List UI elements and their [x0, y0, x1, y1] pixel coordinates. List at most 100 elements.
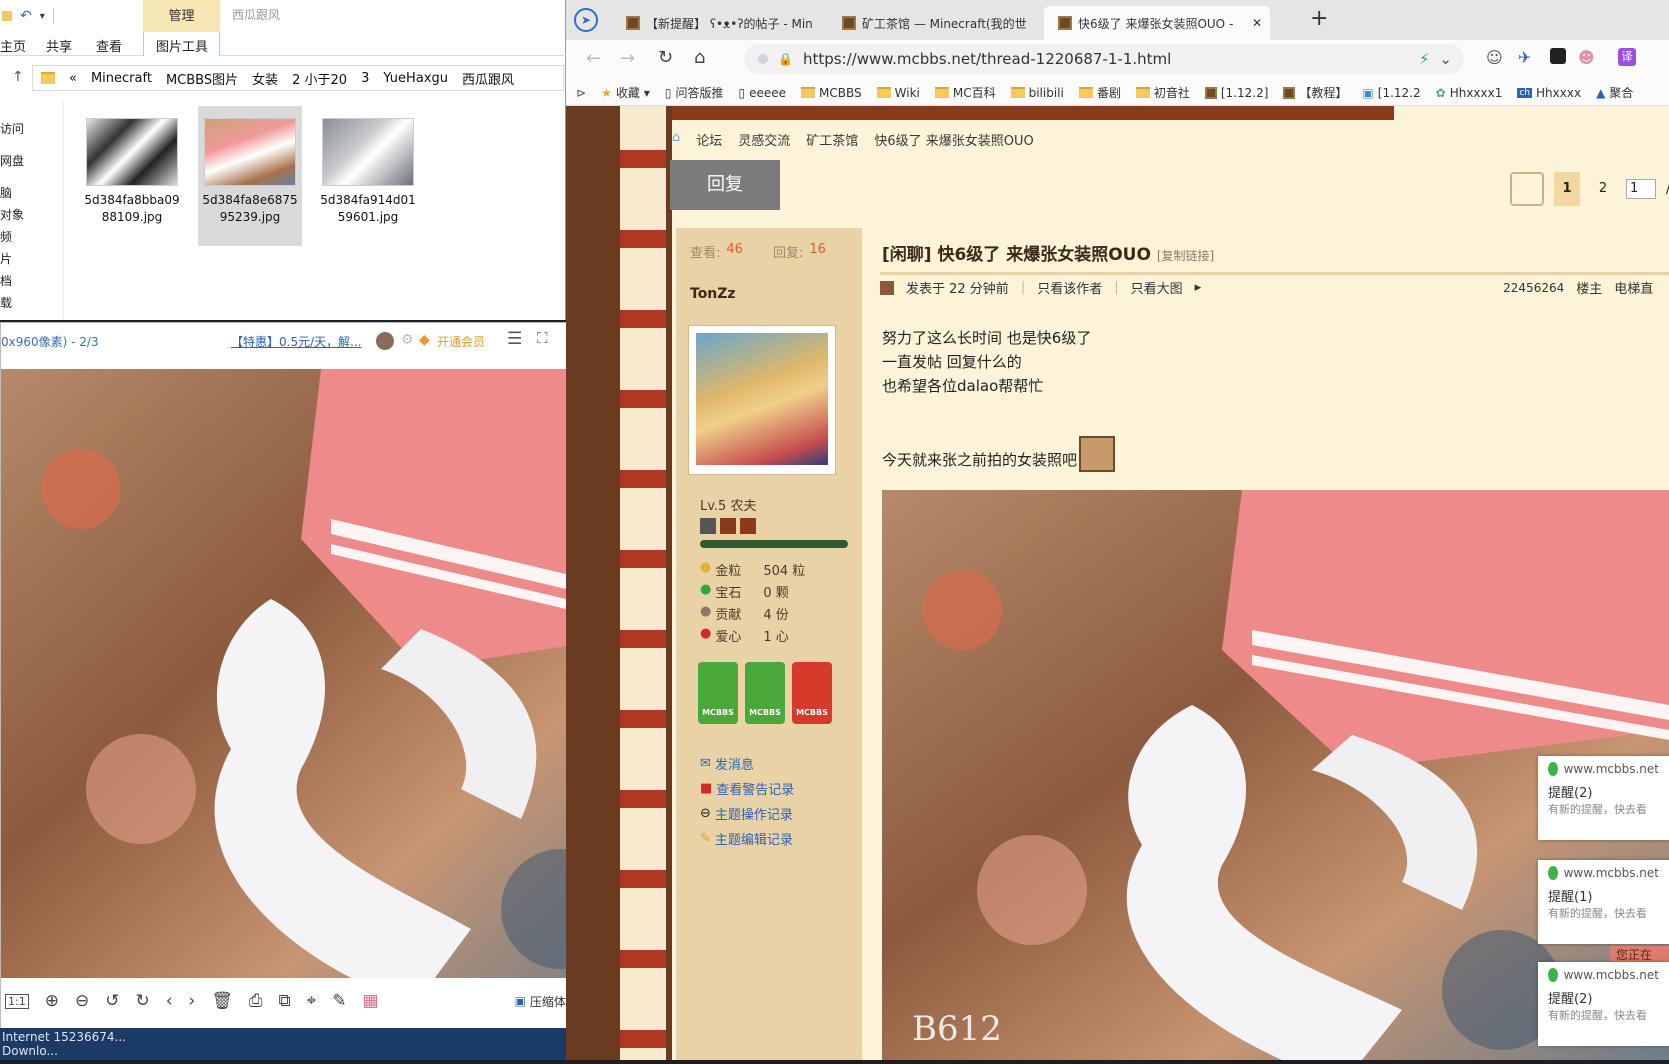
file-item[interactable]: 5d384fa8bba09 88109.jpg — [80, 106, 184, 246]
chevron-down-icon[interactable]: ⌄ — [1439, 50, 1452, 68]
tab-picture-tools[interactable]: 图片工具 — [143, 32, 220, 56]
up-arrow-icon[interactable]: ↑ — [12, 69, 24, 85]
fullscreen-icon[interactable]: ⛶ — [537, 329, 548, 347]
page-current[interactable]: 1 — [1554, 172, 1580, 206]
browser-logo-icon[interactable]: ➤ — [574, 8, 598, 32]
copy-icon[interactable]: ⧉ — [279, 991, 291, 1011]
bookmark-folder[interactable]: 初音社 — [1135, 84, 1190, 101]
cat-icon[interactable]: ☻ — [1578, 48, 1595, 67]
browser-tab[interactable]: 矿工茶馆 — Minecraft(我的世 — [828, 6, 1038, 40]
url-field[interactable]: 🔒 https://www.mcbbs.net/thread-1220687-1… — [744, 44, 1464, 74]
nav-item[interactable]: 片 — [0, 250, 12, 267]
breadcrumb-item[interactable]: 2 小于20 — [292, 69, 347, 88]
reload-icon[interactable]: ↻ — [658, 47, 673, 68]
apps-icon[interactable]: ▦ — [363, 991, 379, 1011]
next-icon[interactable]: › — [189, 991, 196, 1011]
breadcrumb-item[interactable]: 灵感交流 — [738, 130, 790, 149]
tab-manage[interactable]: 管理 — [143, 0, 220, 32]
avatar[interactable] — [376, 332, 394, 350]
new-tab-icon[interactable]: + — [1310, 6, 1328, 31]
print-icon[interactable]: ⎙ — [249, 991, 263, 1011]
bookmark-folder[interactable]: MC百科 — [934, 84, 996, 101]
undo-icon[interactable]: ↶ — [20, 8, 32, 24]
nav-item[interactable]: 对象 — [0, 206, 24, 223]
bookmark-folder[interactable]: Wiki — [876, 86, 920, 100]
notification-toast[interactable]: www.mcbbs.net 提醒(2) 有新的提醒，快去看 — [1538, 962, 1669, 1046]
file-item[interactable]: 5d384fa914d01 59601.jpg — [316, 106, 420, 246]
page-link[interactable]: 2 — [1590, 172, 1616, 206]
app-icon[interactable] — [1550, 48, 1566, 64]
breadcrumb-item[interactable]: 西瓜跟风 — [462, 69, 514, 88]
bookmark-item[interactable]: ch Hhxxxx — [1517, 86, 1581, 100]
nav-item[interactable]: 载 — [0, 294, 12, 311]
settings-icon[interactable]: ⚙ — [401, 332, 414, 348]
breadcrumb-item[interactable]: YueHaxgu — [383, 71, 448, 86]
bookmark-item[interactable]: ▯ eeeee — [739, 86, 787, 100]
badge-icon[interactable]: MCBBS — [698, 662, 738, 724]
bookmark-item[interactable]: ▣ [1.12.2 — [1362, 86, 1420, 100]
breadcrumb-item[interactable]: 3 — [361, 71, 369, 86]
browser-tab[interactable]: 【新提醒】 ʕ•ᴥ•ʔ的帖子 - Min — [612, 6, 822, 40]
bookmark-item[interactable]: ▯ 问答版推 — [665, 84, 724, 101]
bookmark-item[interactable]: ▲ 聚合 — [1596, 84, 1633, 101]
back-to-list-icon[interactable] — [1510, 172, 1544, 206]
edit-icon[interactable]: ✎ — [332, 991, 346, 1011]
nav-item[interactable]: 档 — [0, 272, 12, 289]
tab-view[interactable]: 查看 — [96, 36, 122, 55]
send-message-link[interactable]: ✉ 发消息 — [700, 754, 754, 773]
chevron-down-icon[interactable]: ▾ — [40, 11, 45, 22]
breadcrumb-item[interactable]: 女装 — [252, 69, 278, 88]
warnings-link[interactable]: ■ 查看警告记录 — [700, 779, 794, 798]
nav-item[interactable]: 频 — [0, 228, 12, 245]
nav-item[interactable]: 脑 — [0, 184, 12, 201]
nav-item[interactable]: 网盘 — [0, 152, 24, 169]
menu-icon[interactable]: ☰ — [507, 329, 522, 349]
close-tab-icon[interactable]: ✕ — [1252, 16, 1262, 30]
tab-home[interactable]: 主页 — [0, 36, 26, 55]
copy-link[interactable]: [复制链接] — [1157, 249, 1214, 263]
bookmark-folder[interactable]: MCBBS — [801, 86, 862, 100]
home-icon[interactable]: ⌂ — [694, 47, 705, 68]
extensions-icon[interactable]: ☺ — [1486, 48, 1503, 67]
zoom-in-icon[interactable]: ⊕ — [45, 991, 59, 1011]
forward-icon[interactable]: → — [620, 48, 635, 69]
breadcrumb-item[interactable]: 矿工茶馆 — [806, 130, 858, 149]
rotate-right-icon[interactable]: ↻ — [135, 991, 149, 1011]
bookmark-folder[interactable]: bilibili — [1010, 86, 1064, 100]
bookmark-folder[interactable]: 番剧 — [1078, 84, 1121, 101]
bookmark-favorites[interactable]: ★ 收藏 ▾ — [601, 84, 650, 101]
elevator-link[interactable]: 电梯直 — [1614, 278, 1653, 297]
promo-link[interactable]: 【特惠】0.5元/天，解... — [231, 333, 362, 350]
translate-icon[interactable]: 译 — [1618, 48, 1636, 66]
bookmark-item[interactable]: ✿ Hhxxxx1 — [1436, 86, 1503, 100]
badge-icon[interactable]: MCBBS — [792, 662, 832, 724]
vip-link[interactable]: 开通会员 — [437, 333, 485, 350]
breadcrumb-item[interactable]: 论坛 — [696, 130, 722, 149]
reply-button[interactable]: 回复 — [670, 160, 780, 210]
rotate-left-icon[interactable]: ↺ — [105, 991, 119, 1011]
author-name[interactable]: TonZz — [690, 286, 736, 302]
sidebar-toggle-icon[interactable]: ⊳ — [576, 86, 586, 100]
breadcrumb-overflow[interactable]: « — [69, 71, 77, 86]
notification-toast[interactable]: www.mcbbs.net 提醒(1) 有新的提醒，快去看 — [1538, 860, 1669, 944]
page-jump-input[interactable]: 1 — [1626, 179, 1656, 199]
previous-icon[interactable]: ‹ — [166, 991, 173, 1011]
breadcrumb-item[interactable]: MCBBS图片 — [166, 69, 238, 88]
screenshot-icon[interactable]: ⌖ — [307, 991, 317, 1011]
bookmark-item[interactable]: 【教程】 — [1283, 84, 1347, 101]
actual-size-icon[interactable]: 1:1 — [5, 993, 29, 1009]
bird-icon[interactable]: ✈ — [1518, 48, 1531, 67]
browser-tab-active[interactable]: 快6级了 来爆张女装照OUO - ✕ — [1044, 6, 1270, 40]
bolt-icon[interactable]: ⚡ — [1419, 50, 1430, 68]
edit-log-link[interactable]: ✎ 主题编辑记录 — [700, 829, 793, 848]
notification-toast[interactable]: www.mcbbs.net 提醒(2) 有新的提醒，快去看 — [1538, 756, 1669, 840]
home-icon[interactable]: ⌂ — [672, 130, 680, 149]
breadcrumb-item[interactable]: Minecraft — [91, 71, 152, 86]
address-field[interactable]: « Minecraft MCBBS图片 女装 2 小于20 3 YueHaxgu… — [32, 65, 564, 91]
delete-icon[interactable]: 🗑 — [211, 991, 233, 1011]
back-icon[interactable]: ← — [586, 48, 601, 69]
badge-icon[interactable]: MCBBS — [745, 662, 785, 724]
file-item-selected[interactable]: 5d384fa8e6875 95239.jpg — [198, 106, 302, 246]
zoom-out-icon[interactable]: ⊖ — [75, 991, 89, 1011]
folder-icon[interactable] — [2, 11, 12, 21]
